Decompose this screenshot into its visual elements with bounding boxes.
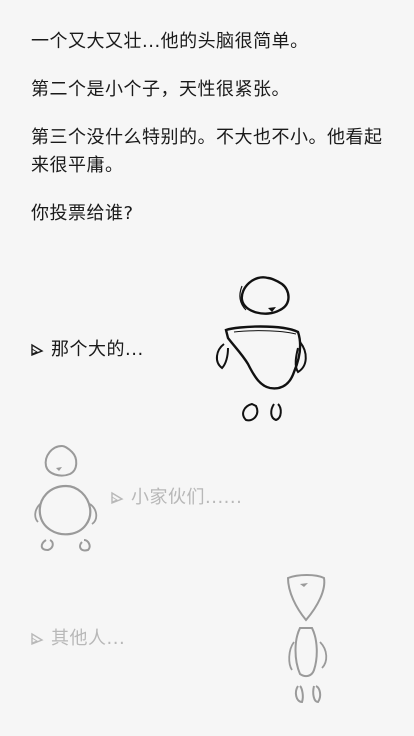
vote-question: 你投票给谁? [31,203,134,224]
big-character-icon [216,276,307,422]
choice-other-one[interactable]: 其他人... [30,627,125,651]
choice-label-other: 其他人... [51,628,126,649]
small-character-icon [34,444,98,552]
choice-small-ones[interactable]: 小家伙们...... [110,486,242,510]
choice-label-big: 那个大的... [51,339,144,360]
triangle-arrow-icon [31,343,44,357]
narrative-line-3: 第三个没什么特别的。不大也不小。他看起来很平庸。 [31,127,383,176]
other-character-icon [286,574,328,704]
choice-label-small: 小家伙们...... [131,487,243,508]
triangle-arrow-icon [111,491,124,505]
choice-big-one[interactable]: 那个大的... [30,338,144,362]
triangle-arrow-icon [31,632,44,646]
narrative-line-2: 第二个是小个子，天性很紧张。 [31,79,290,100]
narrative-text: 一个又大又壮...他的头脑很简单。 第二个是小个子，天性很紧张。 第三个没什么特… [31,28,383,248]
narrative-line-1: 一个又大又壮...他的头脑很简单。 [31,31,309,52]
